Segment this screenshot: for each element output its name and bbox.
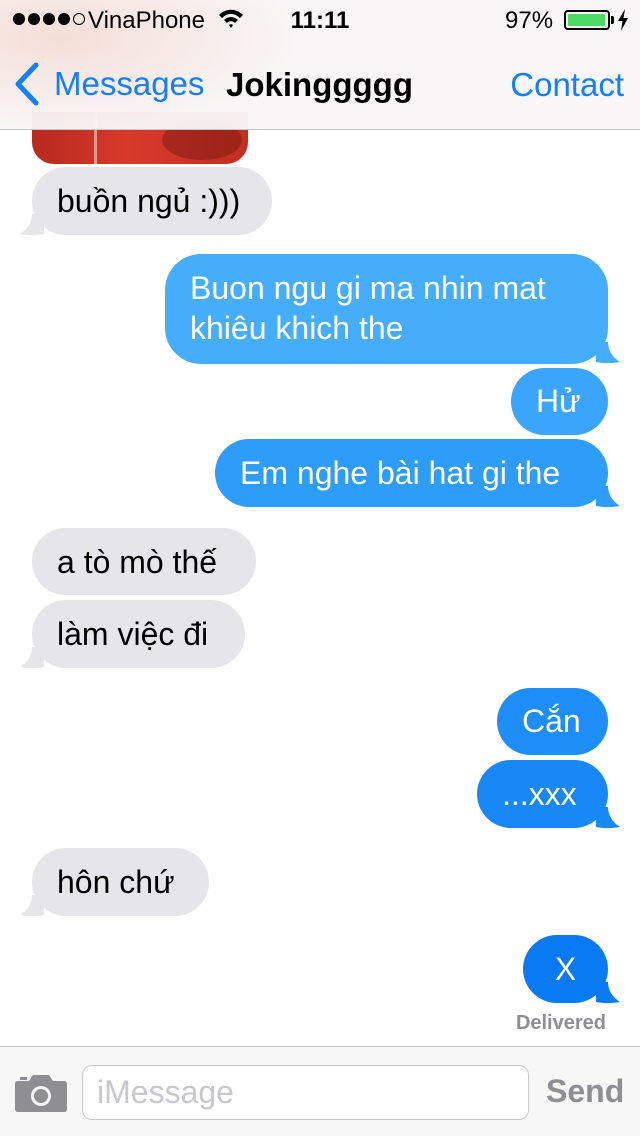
conversation-thread[interactable]: buồn ngủ :))) Buon ngu gi ma nhin mat kh… — [0, 0, 640, 1046]
message-bubble-incoming[interactable]: buồn ngủ :))) — [32, 167, 272, 235]
message-bubble-outgoing[interactable]: Hử — [511, 368, 608, 435]
message-bubble-outgoing[interactable]: Cắn — [497, 688, 608, 755]
message-bubble-outgoing[interactable]: ...xxx — [477, 760, 608, 828]
message-text: a tò mò thế — [57, 544, 218, 580]
battery-icon — [564, 10, 610, 30]
header: VinaPhone 11:11 97% Messages Jokinggggg … — [0, 0, 640, 130]
send-button[interactable]: Send — [546, 1073, 624, 1110]
message-text-line: khiêu khich the — [190, 310, 404, 346]
conversation-title: Jokinggggg — [226, 66, 413, 103]
battery-cap — [611, 16, 614, 24]
chevron-left-icon — [15, 62, 39, 106]
message-input-bar: Send — [0, 1046, 640, 1136]
message-bubble-outgoing[interactable]: Em nghe bài hat gi the — [215, 439, 608, 507]
message-text: Hử — [536, 383, 581, 419]
contact-button[interactable]: Contact — [510, 66, 624, 104]
back-button-label: Messages — [54, 65, 205, 102]
imessage-input[interactable] — [82, 1065, 529, 1120]
message-bubble-incoming[interactable]: a tò mò thế — [32, 528, 256, 595]
message-text: X — [554, 951, 577, 987]
charging-bolt-icon — [618, 9, 628, 31]
camera-icon[interactable] — [14, 1071, 68, 1113]
messages-screen: buồn ngủ :))) Buon ngu gi ma nhin mat kh… — [0, 0, 640, 1136]
message-text: Em nghe bài hat gi the — [240, 455, 561, 491]
message-text: buồn ngủ :))) — [57, 183, 241, 219]
back-button[interactable]: Messages — [14, 62, 204, 106]
delivered-status: Delivered — [515, 1012, 606, 1034]
message-bubble-outgoing[interactable]: Buon ngu gi ma nhin mat khiêu khich the — [165, 254, 608, 364]
battery-level — [568, 14, 605, 26]
message-text-line: Buon ngu gi ma nhin mat — [190, 270, 546, 306]
status-bar: VinaPhone 11:11 97% — [0, 0, 640, 40]
message-text: ...xxx — [502, 776, 577, 812]
battery-percentage: 97% — [505, 7, 554, 34]
message-bubble-incoming[interactable]: làm việc đi — [32, 600, 245, 668]
message-text: hôn chứ — [57, 864, 175, 900]
navigation-bar: Messages Jokinggggg Contact — [0, 40, 640, 129]
message-text: Cắn — [522, 703, 581, 739]
message-bubble-incoming[interactable]: hôn chứ — [32, 848, 209, 916]
message-bubble-outgoing[interactable]: X — [523, 935, 608, 1003]
message-text: làm việc đi — [57, 616, 209, 652]
